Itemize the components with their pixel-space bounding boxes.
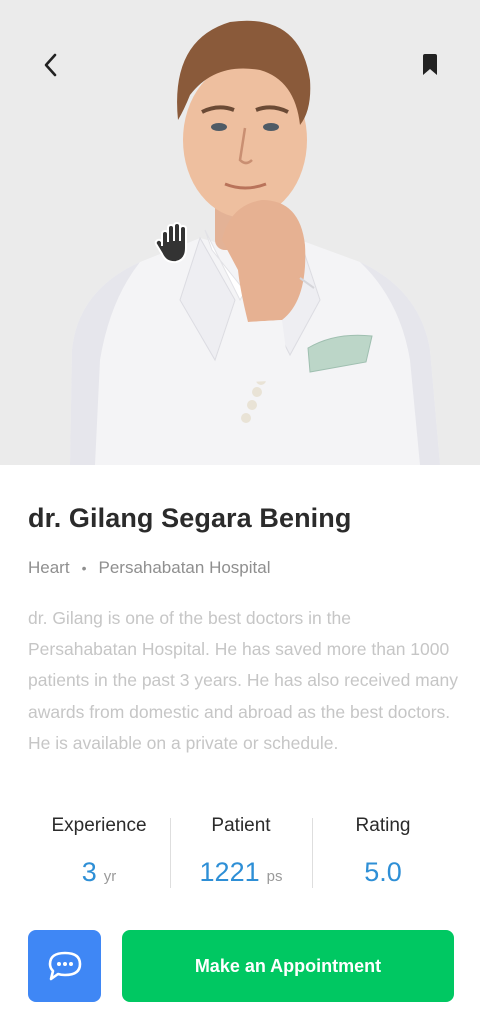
chat-bubble-icon: [48, 951, 81, 981]
hand-cursor-icon: [154, 221, 187, 264]
stat-value: 5.0: [364, 857, 402, 887]
doctor-bio: dr. Gilang is one of the best doctors in…: [28, 608, 458, 753]
stat-patient: Patient 1221 ps: [170, 813, 312, 893]
stat-label: Rating: [355, 815, 411, 836]
stat-unit: yr: [103, 868, 117, 885]
doctor-name: dr. Gilang Segara Bening: [28, 503, 352, 533]
doctor-meta: Heart • Persahabatan Hospital: [28, 558, 271, 578]
stat-label: Experience: [51, 815, 147, 836]
chat-button[interactable]: [28, 930, 101, 1002]
stat-unit: ps: [266, 868, 283, 885]
doctor-photo: [70, 20, 440, 465]
make-appointment-button[interactable]: Make an Appointment: [122, 930, 454, 1002]
doctor-hero: [0, 0, 480, 465]
stat-label: Patient: [211, 815, 271, 836]
back-button[interactable]: [31, 45, 71, 85]
stat-value: 3: [81, 857, 97, 887]
doctor-stats: Experience 3 yr Patient 1221 ps Rating 5…: [28, 813, 454, 893]
chevron-left-icon: [44, 53, 57, 77]
stat-experience: Experience 3 yr: [28, 813, 170, 893]
stat-value: 1221: [199, 857, 260, 887]
bookmark-icon: [423, 54, 437, 75]
meta-separator: •: [81, 560, 87, 576]
bookmark-button[interactable]: [410, 45, 450, 85]
doctor-specialty: Heart: [28, 558, 70, 577]
doctor-hospital: Persahabatan Hospital: [98, 558, 271, 577]
stat-rating: Rating 5.0: [312, 813, 454, 893]
